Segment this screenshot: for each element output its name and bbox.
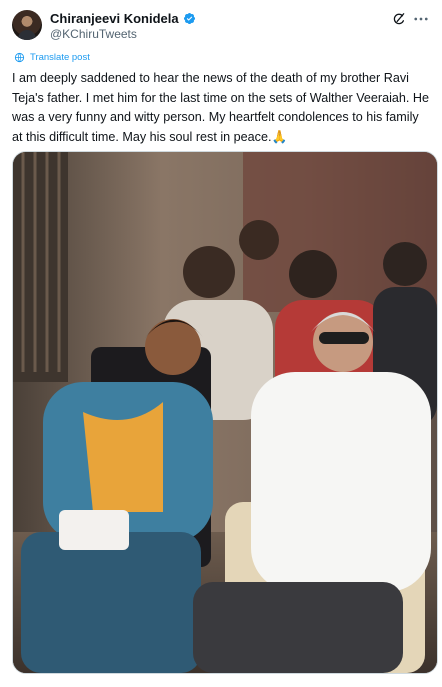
avatar[interactable] [12,10,42,40]
grok-icon[interactable] [392,12,406,26]
post-header: Chiranjeevi Konidela @KChiruTweets [12,10,430,42]
author-handle[interactable]: @KChiruTweets [50,27,137,41]
photo-two-men-seated [13,152,437,673]
post-text: I am deeply saddened to hear the news of… [12,71,430,144]
author-name[interactable]: Chiranjeevi Konidela [50,11,179,26]
verified-badge-icon [183,12,195,25]
author-name-row: Chiranjeevi Konidela [50,11,196,26]
translate-icon [14,52,25,63]
post-photo[interactable] [12,151,438,674]
more-options-icon[interactable] [412,10,430,28]
translate-post-link[interactable]: Translate post [14,52,90,63]
translate-label: Translate post [30,52,90,63]
